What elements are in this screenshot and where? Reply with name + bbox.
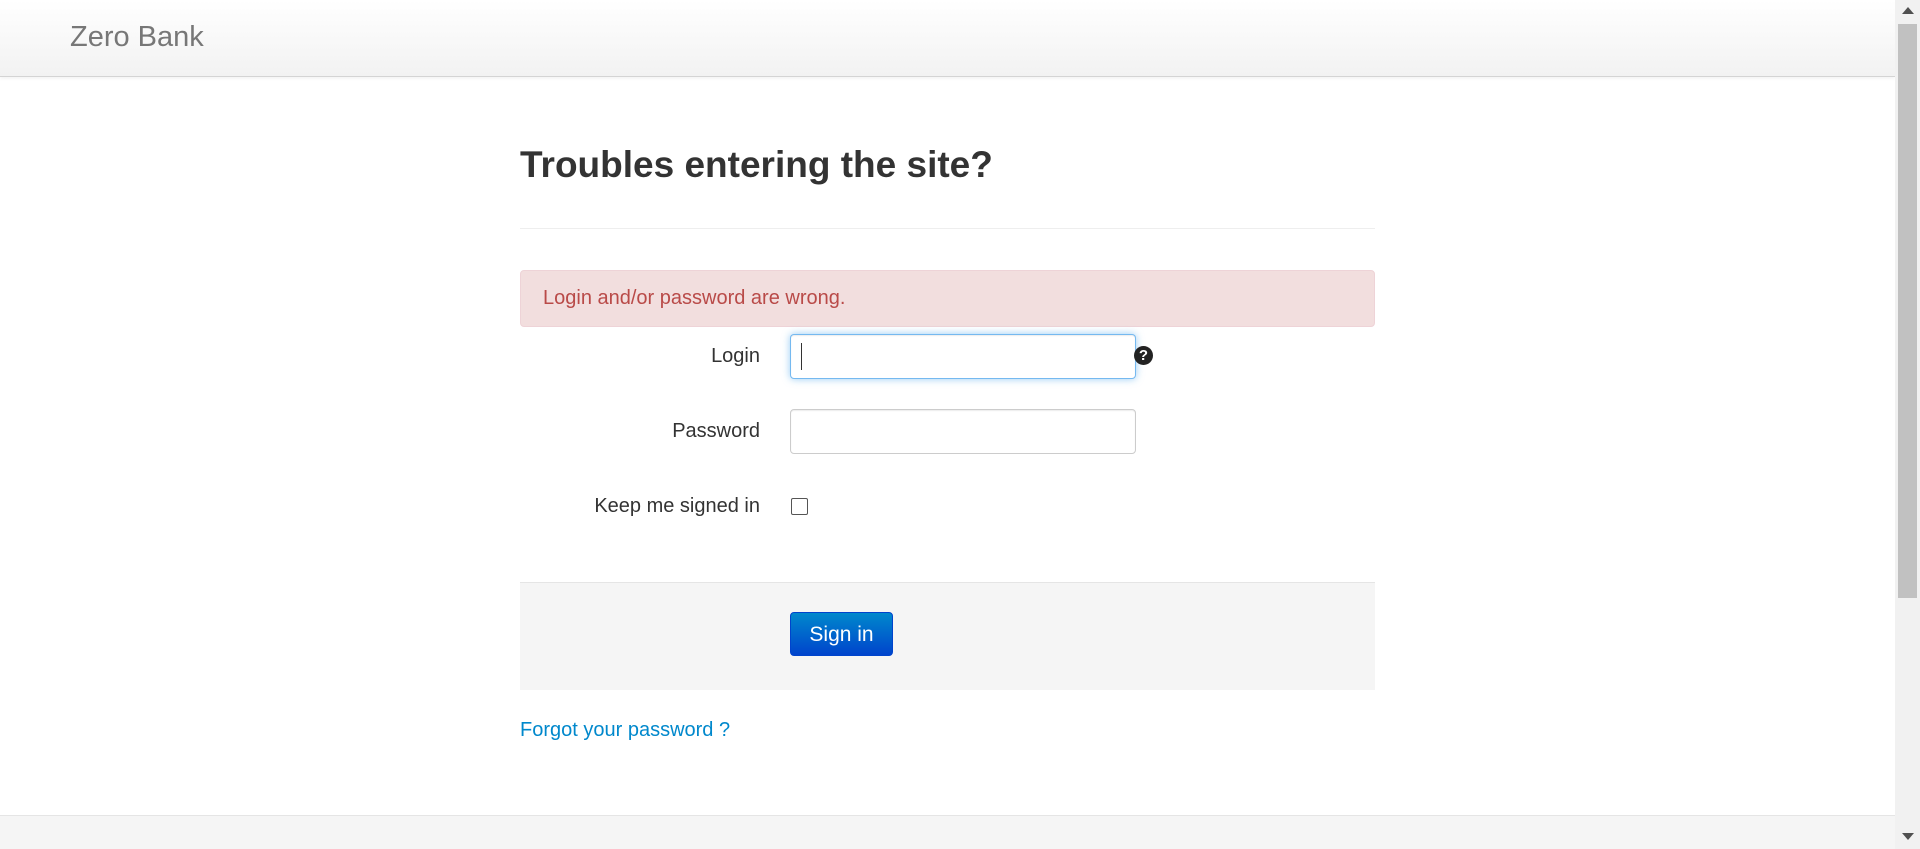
login-content: Troubles entering the site? Login and/or… [520,77,1375,741]
password-input[interactable] [790,409,1136,454]
remember-row: Keep me signed in [520,484,1375,529]
scrollbar-thumb[interactable] [1898,24,1917,598]
page-footer [0,815,1895,849]
question-circle-icon[interactable]: ? [1134,346,1153,365]
vertical-scrollbar[interactable] [1895,0,1920,849]
error-alert-message: Login and/or password are wrong. [543,287,846,309]
scroll-up-arrow-icon[interactable] [1902,7,1914,14]
brand-logo-link[interactable]: Zero Bank [70,19,204,55]
login-label: Login [711,345,760,367]
remember-checkbox[interactable] [791,498,808,515]
error-alert: Login and/or password are wrong. [520,270,1375,327]
text-cursor [801,343,802,370]
top-navbar: Zero Bank [0,0,1895,77]
form-actions: Sign in [520,582,1375,690]
password-label: Password [672,420,760,442]
remember-label: Keep me signed in [594,495,760,517]
forgot-password-link[interactable]: Forgot your password ? [520,718,730,742]
browser-viewport: Zero Bank Troubles entering the site? Lo… [0,0,1920,849]
page-title: Troubles entering the site? [520,144,993,185]
login-row: Login ? [520,334,1375,379]
sign-in-button[interactable]: Sign in [790,612,893,656]
page-header: Troubles entering the site? [520,77,1375,229]
login-input[interactable] [790,334,1136,379]
scroll-down-arrow-icon[interactable] [1902,833,1914,840]
password-row: Password [520,409,1375,454]
